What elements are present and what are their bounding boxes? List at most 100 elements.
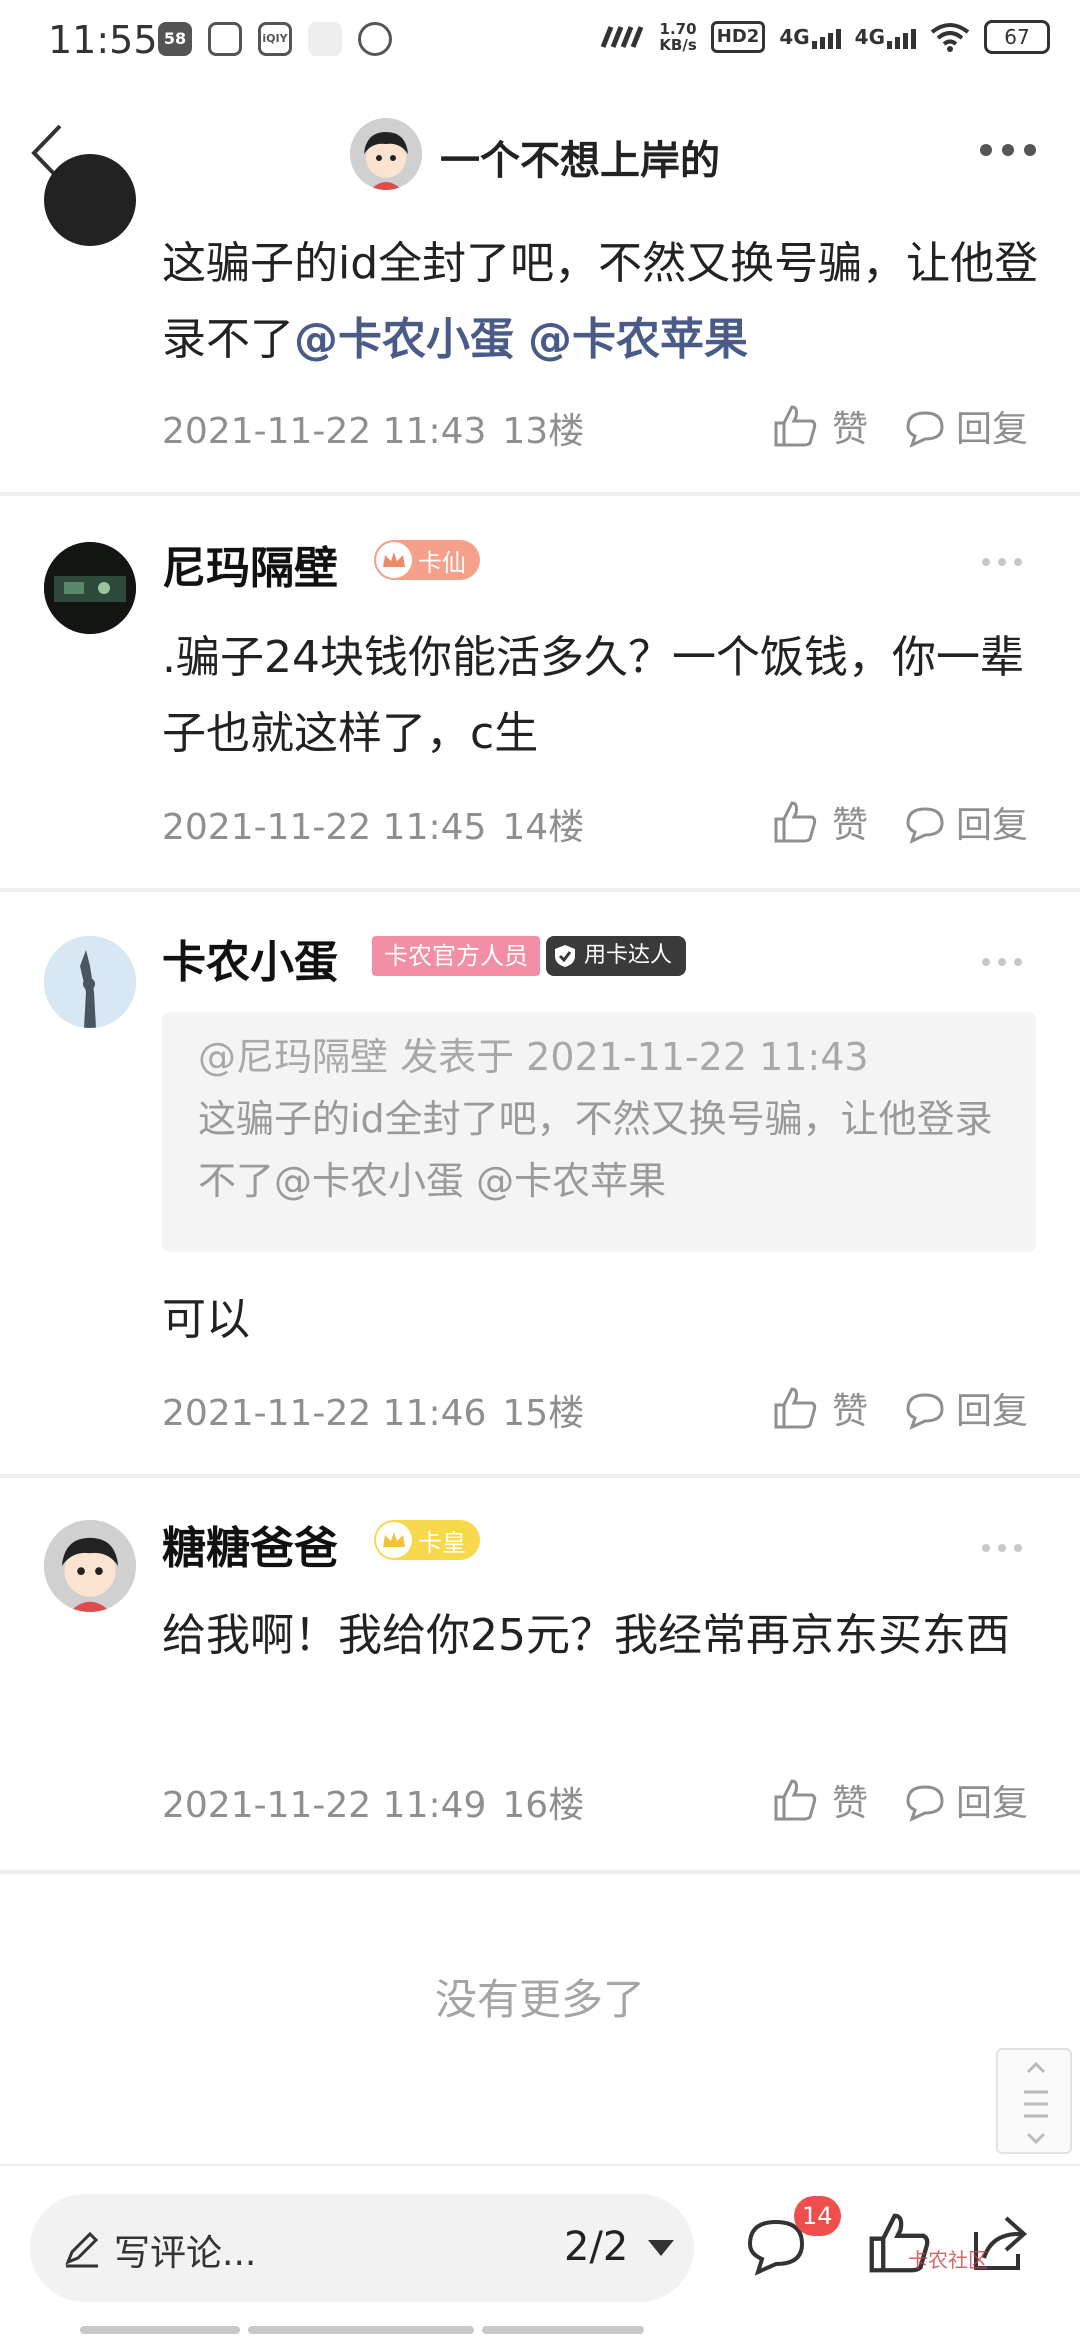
comment-text: 这骗子的id全封了吧，不然又换号骗，让他登录不了@卡农小蛋 @卡农苹果 [162, 226, 1042, 378]
gesture-bar [248, 2326, 474, 2334]
pencil-icon [65, 2231, 99, 2268]
net-speed: 1.70 KB/s [659, 21, 696, 53]
comment-more-icon[interactable] [982, 958, 1022, 966]
official-badge: 卡农官方人员 [372, 936, 540, 976]
signal-2-icon: 4G [855, 25, 916, 49]
shield-check-icon [555, 945, 575, 967]
comment-meta: 2021-11-22 11:45 14楼 [162, 798, 584, 850]
expert-badge: 用卡达人 [546, 936, 687, 976]
page-title: 一个不想上岸的 [440, 138, 720, 184]
thumbs-up-icon [774, 1387, 817, 1429]
hd-icon: HD2 [710, 21, 766, 53]
cartoon-avatar-icon [44, 1520, 136, 1612]
floor-number: 13楼 [502, 411, 585, 452]
comment-meta: 2021-11-22 11:49 16楼 [162, 1776, 584, 1828]
reply-button[interactable]: 回复 [902, 1382, 1028, 1434]
quote-meta: @尼玛隔壁 发表于 2021-11-22 11:43 [198, 1035, 869, 1079]
author-name[interactable]: 糖糖爸爸 [162, 1512, 338, 1576]
app-iqiyi-icon: iQIY [258, 22, 292, 56]
watermark-logo: 卡农社区 [908, 2248, 988, 2272]
avatar[interactable] [44, 936, 136, 1028]
status-right: 1.70 KB/s HD2 4G 4G 67 [599, 20, 1050, 54]
thumbs-up-icon [774, 801, 817, 843]
dropdown-arrow-icon[interactable] [648, 2240, 674, 2256]
sim1-label: 4G [779, 25, 810, 49]
battery-icon: 67 [984, 20, 1050, 54]
silhouette-avatar-icon [44, 936, 136, 1028]
gesture-bar [80, 2326, 240, 2334]
comment-time: 2021-11-22 11:45 [162, 807, 487, 848]
reply-button[interactable]: 回复 [902, 400, 1028, 452]
level-badge: 卡仙 [374, 540, 480, 580]
mention-link[interactable]: @卡农苹果 [528, 314, 748, 365]
write-comment-input[interactable]: 写评论... 2/2 [30, 2194, 694, 2302]
reply-button[interactable]: 回复 [902, 796, 1028, 848]
level-badge-label: 卡仙 [418, 548, 466, 577]
like-label: 赞 [832, 409, 869, 450]
like-button[interactable]: 赞 [772, 1774, 868, 1826]
crown-icon [376, 1522, 412, 1558]
author-name[interactable]: 尼玛隔壁 [162, 532, 338, 596]
reply-label: 回复 [956, 1391, 1029, 1432]
comment-time: 2021-11-22 11:43 [162, 411, 487, 452]
mention-link[interactable]: @卡农小蛋 [294, 314, 514, 365]
like-button[interactable]: 赞 [772, 400, 868, 452]
author-avatar[interactable] [350, 118, 422, 190]
comment-floor-13: 这骗子的id全封了吧，不然又换号骗，让他登录不了@卡农小蛋 @卡农苹果 2021… [0, 154, 1080, 496]
signal-1-icon: 4G [779, 25, 841, 49]
expert-badge-label: 用卡达人 [584, 943, 673, 968]
gesture-bar [482, 2326, 644, 2334]
no-more-text: 没有更多了 [434, 1975, 645, 2024]
level-badge: 卡皇 [374, 1520, 480, 1560]
level-badge-label: 卡皇 [418, 1528, 466, 1557]
comment-count-badge: 14 [794, 2196, 841, 2236]
floor-number: 14楼 [502, 807, 585, 848]
comment-text: .骗子24块钱你能活多久？一个饭钱，你一辈子也就这样了，c生 [162, 632, 1024, 759]
status-app-icons: 58 iQIY [158, 22, 392, 56]
app-58-icon: 58 [158, 22, 192, 56]
like-button[interactable]: 赞 [772, 1382, 868, 1434]
app-blank-icon [308, 22, 342, 56]
app-play-icon [358, 22, 392, 56]
vibrate-icon [600, 26, 644, 48]
thumbs-up-icon [774, 1779, 817, 1821]
comment-text: 可以 [162, 1294, 250, 1345]
floor-number: 15楼 [502, 1393, 585, 1434]
reply-button[interactable]: 回复 [902, 1774, 1028, 1826]
scroll-handle[interactable] [996, 2048, 1072, 2154]
author-name[interactable]: 卡农小蛋 [162, 926, 338, 990]
comment-time: 2021-11-22 11:49 [162, 1785, 487, 1826]
comment-floor-14: 尼玛隔壁 卡仙 .骗子24块钱你能活多久？一个饭钱，你一辈子也就这样了，c生 2… [0, 496, 1080, 892]
avatar[interactable] [44, 542, 136, 634]
page-indicator[interactable]: 2/2 [564, 2224, 628, 2270]
comment-time: 2021-11-22 11:46 [162, 1393, 487, 1434]
quoted-comment[interactable]: @尼玛隔壁 发表于 2021-11-22 11:43 这骗子的id全封了吧，不然… [162, 1012, 1036, 1252]
comment-more-icon[interactable] [982, 558, 1022, 566]
like-button[interactable]: 赞 [772, 796, 868, 848]
floor-number: 16楼 [502, 1785, 585, 1826]
cartoon-avatar-icon [350, 118, 422, 190]
write-comment-placeholder: 写评论... [114, 2233, 257, 2274]
comment-text: 给我啊！我给你25元？我经常再京东买东西 [162, 1610, 1010, 1661]
more-options-button[interactable] [980, 144, 1036, 156]
comment-more-icon[interactable] [982, 1544, 1022, 1552]
like-label: 赞 [832, 1391, 869, 1432]
avatar[interactable] [44, 1520, 136, 1612]
drag-handle-icon [1024, 2061, 1048, 2145]
comment-bubble-icon [906, 411, 944, 448]
reply-label: 回复 [956, 1783, 1029, 1824]
reply-label: 回复 [956, 409, 1029, 450]
comment-meta: 2021-11-22 11:46 15楼 [162, 1384, 584, 1436]
comment-meta: 2021-11-22 11:43 13楼 [162, 402, 584, 454]
comment-floor-16: 糖糖爸爸 卡皇 给我啊！我给你25元？我经常再京东买东西 2021-11-22 … [0, 1478, 1080, 1874]
thumbs-up-icon [774, 405, 817, 447]
top-nav-header: 一个不想上岸的 [0, 84, 1080, 224]
game-scene-avatar-icon [44, 542, 136, 634]
status-time: 11:55 [48, 18, 158, 62]
status-bar: 11:55 58 iQIY 1.70 KB/s HD2 4G 4G 67 [0, 0, 1080, 84]
sim2-label: 4G [854, 25, 885, 49]
avatar[interactable] [44, 154, 136, 246]
app-cup-icon [208, 22, 242, 56]
comment-floor-15: 卡农小蛋 卡农官方人员 用卡达人 @尼玛隔壁 发表于 2021-11-22 11… [0, 892, 1080, 1478]
like-label: 赞 [832, 1783, 869, 1824]
